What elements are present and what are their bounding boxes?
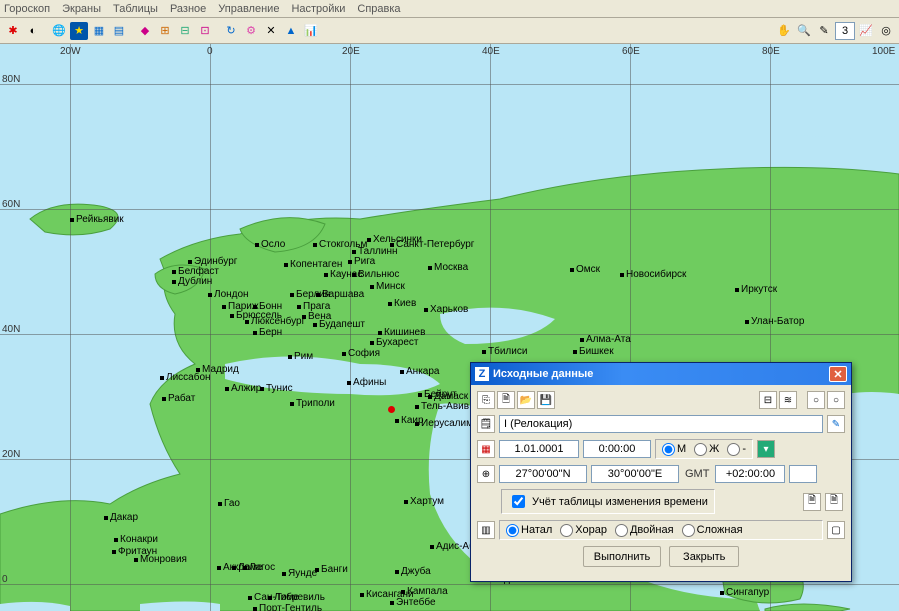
date-row-icon[interactable]: ▦ [477,440,495,458]
parallel-60n [0,209,899,210]
date-dropdown-icon[interactable]: ▾ [757,440,775,458]
btn-icon-6[interactable]: ⚙ [242,22,260,40]
parallel-40n [0,334,899,335]
chart-wheel-icon[interactable]: ◐ [24,22,42,40]
time-table-checkbox[interactable] [512,495,525,508]
tool-c-icon[interactable]: ○ [807,391,825,409]
gender-f[interactable]: Ж [694,443,719,456]
lat-label: 40N [2,324,20,335]
lon-label: 60E [622,46,640,57]
lon-label: 80E [762,46,780,57]
menu-settings[interactable]: Настройки [291,3,345,15]
btn-icon-5[interactable]: ↻ [222,22,240,40]
menu-misc[interactable]: Разное [170,3,206,15]
name-picker-icon[interactable]: ✎ [827,415,845,433]
lon-label: 20E [342,46,360,57]
gmt-extra-field[interactable] [789,465,817,483]
grid1-icon[interactable]: ▦ [90,22,108,40]
lon-label: 100E [872,46,895,57]
menu-control[interactable]: Управление [218,3,279,15]
world-map[interactable]: 20W 0 20E 40E 60E 80E 100E 80N 60N 40N 2… [0,44,899,611]
name-row-icon[interactable]: 🗒 [477,415,495,433]
meridian-20w [70,44,71,611]
type-row-icon[interactable]: ▥ [477,521,495,539]
tool-d-icon[interactable]: ○ [827,391,845,409]
gear-red-icon[interactable]: ✱ [4,22,22,40]
gender-none[interactable]: - [727,443,746,456]
new-icon[interactable]: 🗎 [497,391,515,409]
menu-tables[interactable]: Таблицы [113,3,158,15]
close-dialog-button[interactable]: Закрыть [669,546,739,567]
pencil-icon[interactable]: ✎ [815,22,833,40]
time-table-label: Учёт таблицы изменения времени [532,496,708,508]
open-icon[interactable]: 📂 [517,391,535,409]
doc1-icon[interactable]: 🗎 [803,493,821,511]
longitude-field[interactable] [591,465,679,483]
type-double[interactable]: Двойная [615,524,674,537]
btn-icon-4[interactable]: ⊡ [196,22,214,40]
close-button[interactable]: ✕ [829,366,847,382]
date-field[interactable] [499,440,579,458]
grid2-icon[interactable]: ▤ [110,22,128,40]
meridian-20e [350,44,351,611]
target-icon[interactable]: ◎ [877,22,895,40]
lat-label: 0 [2,574,8,585]
main-toolbar: ✱ ◐ 🌐 ★ ▦ ▤ ◆ ⊞ ⊟ ⊡ ↻ ⚙ ✕ ▲ 📊 ✋ 🔍 ✎ 📈 ◎ [0,18,899,44]
input-data-dialog: Z Исходные данные ✕ ⎘ 🗎 📂 💾 ⊟ ≋ ○ ○ 🗒 ✎ [470,362,852,582]
type-horar[interactable]: Хорар [560,524,607,537]
dialog-toolbar: ⎘ 🗎 📂 💾 ⊟ ≋ ○ ○ [477,389,845,415]
type-complex[interactable]: Сложная [682,524,743,537]
lat-label: 20N [2,449,20,460]
toolbar-number-input[interactable] [835,22,855,40]
gender-m[interactable]: М [662,443,686,456]
globe-icon[interactable]: 🌐 [50,22,68,40]
selection-marker [388,406,395,413]
save-icon[interactable]: 💾 [537,391,555,409]
meridian-0 [210,44,211,611]
app-icon: Z [475,367,489,381]
lat-label: 80N [2,74,20,85]
coord-row-icon[interactable]: ⊕ [477,465,495,483]
lon-label: 40E [482,46,500,57]
menubar[interactable]: Гороскоп Экраны Таблицы Разное Управлени… [0,0,899,18]
latitude-field[interactable] [499,465,587,483]
dialog-titlebar[interactable]: Z Исходные данные ✕ [471,363,851,385]
type-natal[interactable]: Натал [506,524,552,537]
menu-horoscope[interactable]: Гороскоп [4,3,50,15]
hand-pan-icon[interactable]: ✋ [775,22,793,40]
chart-icon[interactable]: 📈 [857,22,875,40]
gender-group: М Ж - [655,439,753,459]
btn-icon-2[interactable]: ⊞ [156,22,174,40]
btn-icon-9[interactable]: 📊 [302,22,320,40]
doc2-icon[interactable]: 🗎 [825,493,843,511]
lat-label: 60N [2,199,20,210]
zoom-icon[interactable]: 🔍 [795,22,813,40]
tool-a-icon[interactable]: ⊟ [759,391,777,409]
time-field[interactable] [583,440,651,458]
type-extra-icon[interactable]: ▢ [827,521,845,539]
lon-label: 0 [207,46,213,57]
gmt-field[interactable] [715,465,785,483]
eu-flag-icon[interactable]: ★ [70,22,88,40]
btn-icon-8[interactable]: ▲ [282,22,300,40]
parallel-0 [0,584,899,585]
gmt-label: GMT [683,468,711,480]
btn-icon-1[interactable]: ◆ [136,22,154,40]
dialog-title: Исходные данные [493,368,593,380]
copy-icon[interactable]: ⎘ [477,391,495,409]
menu-help[interactable]: Справка [357,3,400,15]
parallel-80n [0,84,899,85]
lon-label: 20W [60,46,81,57]
name-field[interactable] [499,415,823,433]
btn-icon-7[interactable]: ✕ [262,22,280,40]
tool-b-icon[interactable]: ≋ [779,391,797,409]
menu-screens[interactable]: Экраны [62,3,101,15]
execute-button[interactable]: Выполнить [583,546,661,567]
btn-icon-3[interactable]: ⊟ [176,22,194,40]
chart-type-group: Натал Хорар Двойная Сложная [499,520,823,540]
